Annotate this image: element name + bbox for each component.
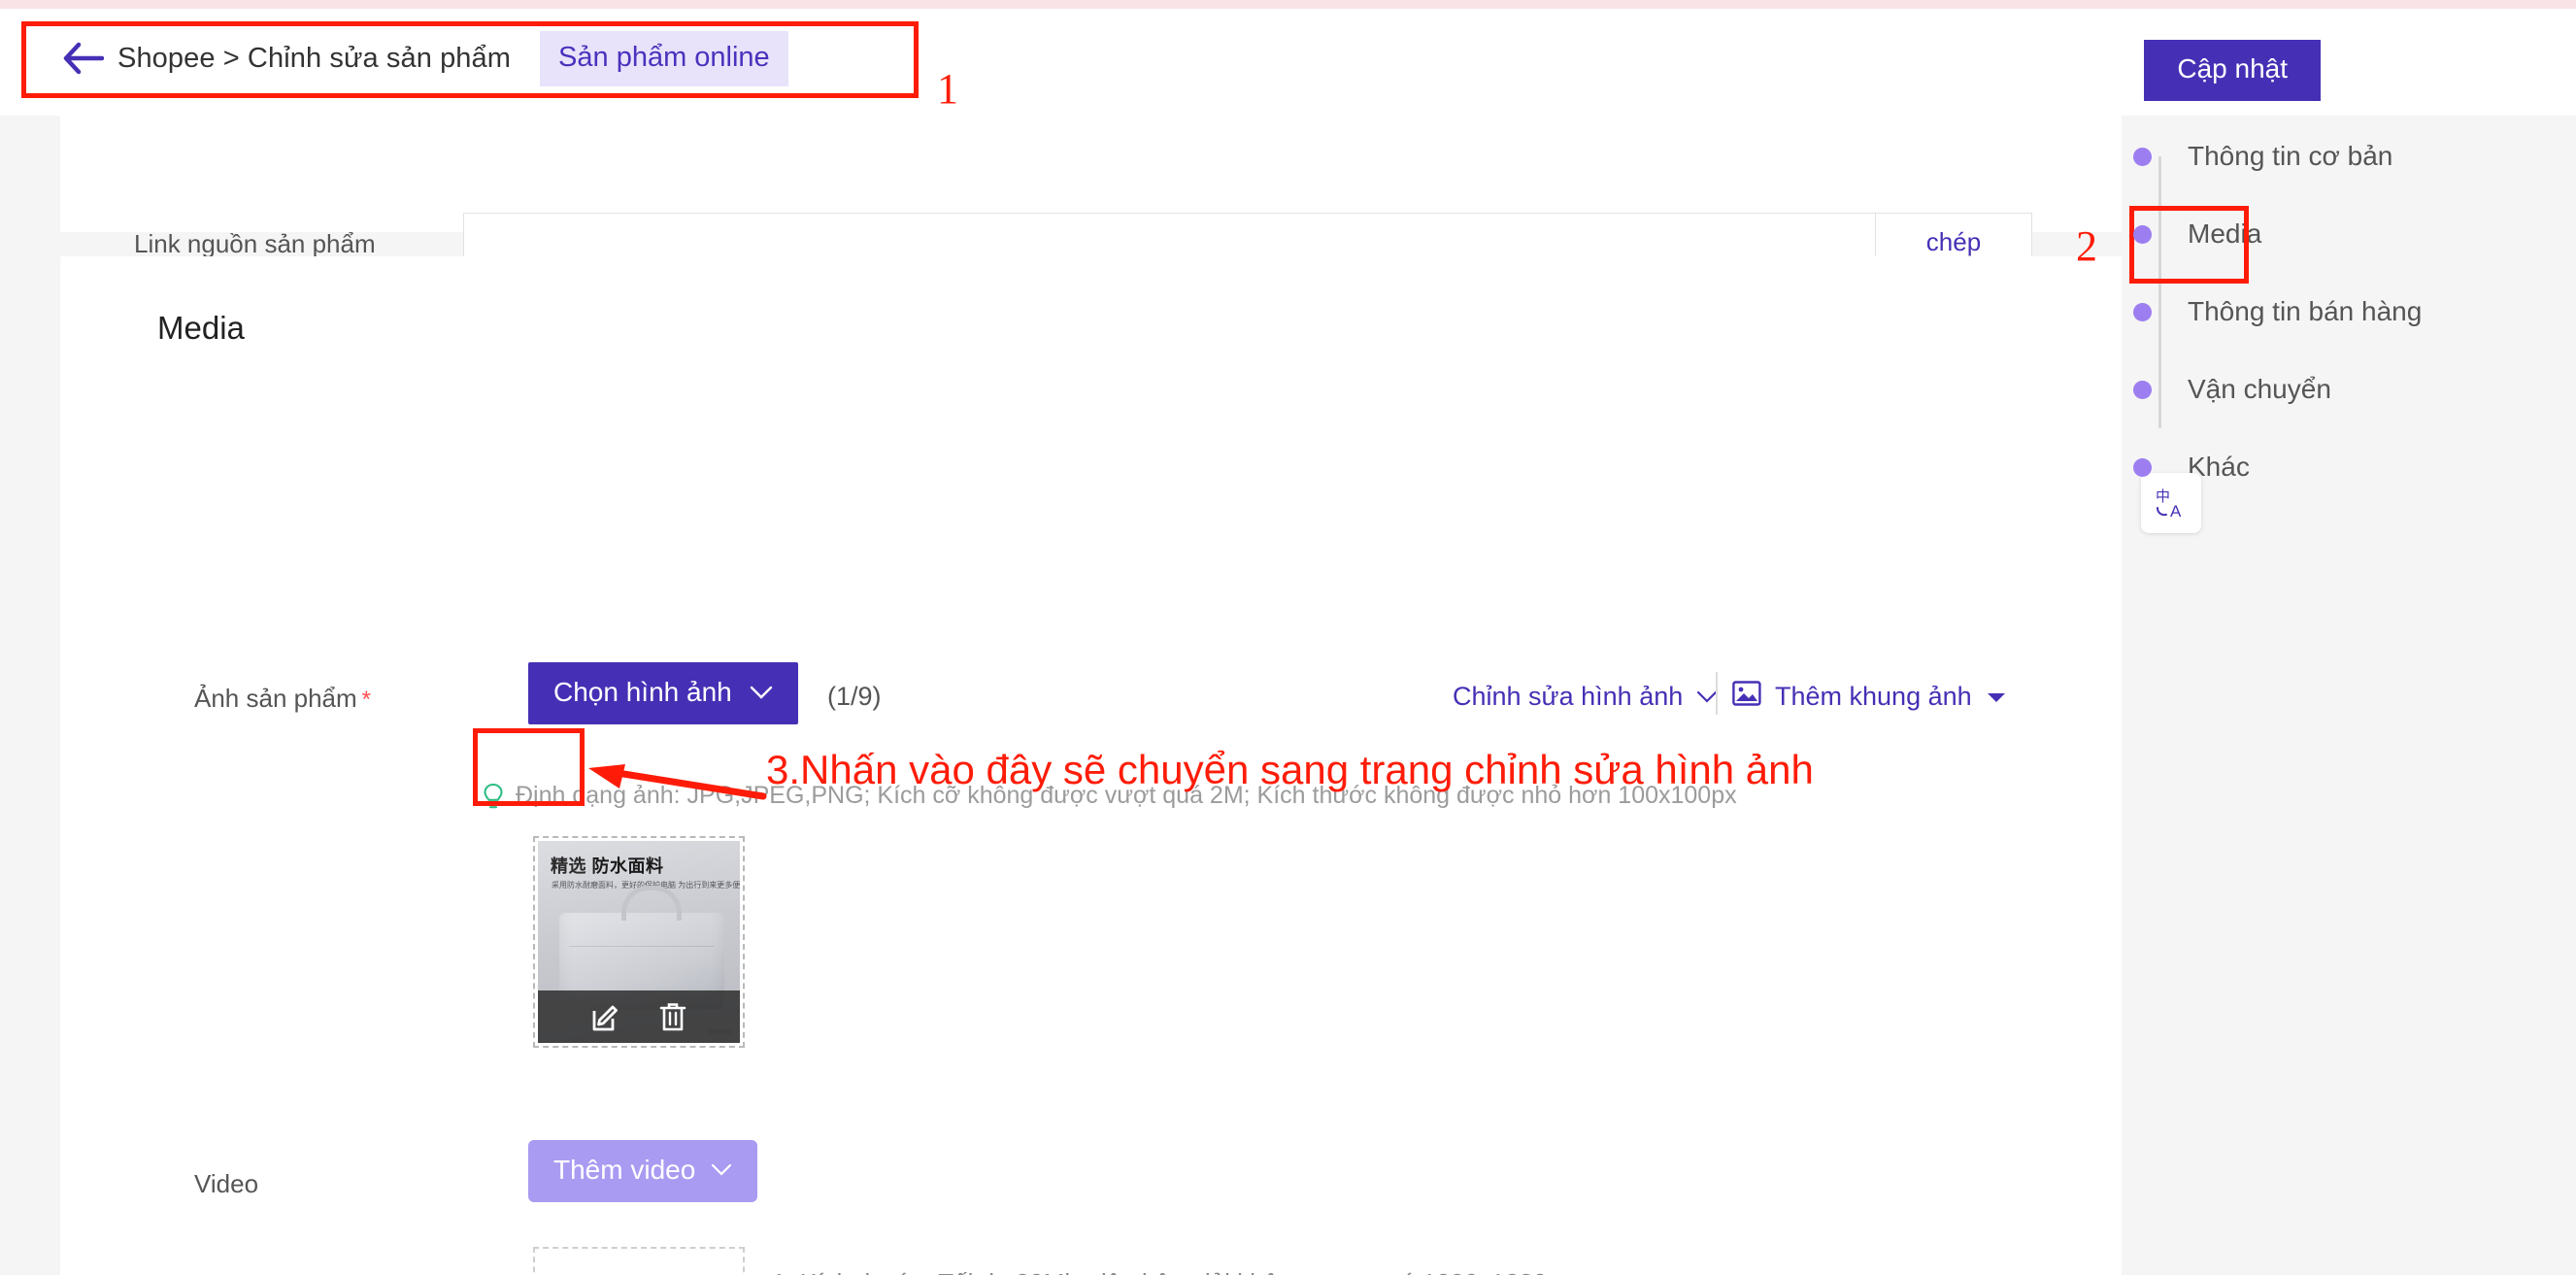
update-button[interactable]: Cập nhật bbox=[2144, 40, 2321, 101]
annotation-arrow-icon bbox=[583, 757, 767, 811]
add-video-label: Thêm video bbox=[553, 1155, 696, 1185]
video-upload-placeholder[interactable] bbox=[533, 1247, 745, 1275]
nav-dot-icon bbox=[2133, 224, 2152, 244]
source-link-card: Link nguồn sản phẩm chép bbox=[60, 116, 2122, 271]
chevron-down-icon bbox=[1696, 690, 1718, 703]
nav-dot-icon bbox=[2133, 457, 2152, 477]
bulb-icon bbox=[483, 783, 504, 819]
sidebar-item-label: Vận chuyển bbox=[2188, 374, 2331, 404]
top-accent-strip bbox=[0, 0, 2576, 9]
sidebar-item-thong-tin-co-ban[interactable]: Thông tin cơ bản bbox=[2133, 129, 2392, 184]
edit-icon[interactable] bbox=[590, 1000, 623, 1033]
edit-image-label: Chỉnh sửa hình ảnh bbox=[1453, 682, 1684, 711]
chevron-down-icon bbox=[711, 1163, 732, 1177]
edit-image-dropdown[interactable]: Chỉnh sửa hình ảnh bbox=[1453, 682, 1718, 712]
toolbar-divider bbox=[1716, 672, 1718, 715]
choose-image-label: Chọn hình ảnh bbox=[553, 677, 732, 707]
product-image-label-text: Ảnh sản phẩm bbox=[194, 684, 357, 713]
thumbnail-headline-2: 防水面料 bbox=[591, 856, 664, 876]
sidebar-item-van-chuyen[interactable]: Vận chuyển bbox=[2133, 362, 2331, 417]
required-asterisk: * bbox=[361, 687, 372, 713]
add-frame-label: Thêm khung ảnh bbox=[1775, 682, 1972, 711]
thumbnail-action-bar bbox=[538, 990, 740, 1043]
nav-dot-icon bbox=[2133, 147, 2152, 166]
sidebar-item-label: Thông tin cơ bản bbox=[2188, 141, 2393, 171]
status-badge: Sản phẩm online bbox=[540, 30, 788, 86]
choose-image-button[interactable]: Chọn hình ảnh bbox=[528, 662, 798, 724]
annotation-note-3: 3.Nhấn vào đây sẽ chuyển sang trang chỉn… bbox=[766, 747, 1814, 792]
translate-icon[interactable]: 中 A bbox=[2141, 473, 2201, 533]
chevron-down-icon bbox=[750, 686, 773, 700]
page-header: Shopee > Chỉnh sửa sản phẩm Sản phẩm onl… bbox=[0, 9, 2576, 116]
add-frame-dropdown[interactable]: Thêm khung ảnh bbox=[1732, 680, 2007, 714]
sidebar-item-label: Thông tin bán hàng bbox=[2188, 296, 2423, 326]
thumbnail-headline: 精选 防水面料 bbox=[551, 853, 664, 878]
svg-text:A: A bbox=[2170, 502, 2182, 520]
trash-icon[interactable] bbox=[658, 1000, 687, 1033]
video-requirement-1: 1. Kích thước: Tối đa 30Mb, độ phân giải… bbox=[772, 1268, 1574, 1275]
sidebar-item-label: Media bbox=[2188, 218, 2262, 249]
sidebar-item-thong-tin-ban-hang[interactable]: Thông tin bán hàng bbox=[2133, 285, 2422, 339]
annotation-number-1: 1 bbox=[937, 65, 958, 113]
breadcrumb-text[interactable]: Shopee > Chỉnh sửa sản phẩm bbox=[117, 43, 511, 75]
nav-dot-icon bbox=[2133, 380, 2152, 399]
breadcrumb: Shopee > Chỉnh sửa sản phẩm Sản phẩm onl… bbox=[61, 24, 788, 92]
add-video-button[interactable]: Thêm video bbox=[528, 1140, 758, 1202]
image-counter: (1/9) bbox=[827, 682, 882, 711]
source-link-label: Link nguồn sản phẩm bbox=[134, 229, 376, 258]
product-image-label: Ảnh sản phẩm * bbox=[194, 684, 371, 714]
section-nav-sidebar: Thông tin cơ bản Media Thông tin bán hàn… bbox=[2122, 116, 2576, 1275]
image-icon bbox=[1732, 680, 1761, 714]
video-label: Video bbox=[194, 1169, 259, 1198]
page-root: Shopee > Chỉnh sửa sản phẩm Sản phẩm onl… bbox=[0, 0, 2576, 1275]
caret-down-icon bbox=[1986, 690, 2007, 704]
sidebar-item-media[interactable]: Media bbox=[2133, 207, 2261, 261]
svg-text:中: 中 bbox=[2156, 487, 2170, 505]
product-image-thumbnail[interactable]: 精选 防水面料 采用防水耐磨面料，更好的保护电脑 为出行到来更多便利 —. bbox=[533, 836, 745, 1048]
thumbnail-image: 精选 防水面料 采用防水耐磨面料，更好的保护电脑 为出行到来更多便利 —. bbox=[538, 841, 740, 1043]
media-section-title: Media bbox=[157, 310, 245, 346]
nav-dot-icon bbox=[2133, 302, 2152, 321]
thumbnail-headline-1: 精选 bbox=[551, 856, 586, 876]
back-arrow-icon[interactable] bbox=[61, 36, 106, 81]
annotation-number-2: 2 bbox=[2076, 222, 2097, 270]
